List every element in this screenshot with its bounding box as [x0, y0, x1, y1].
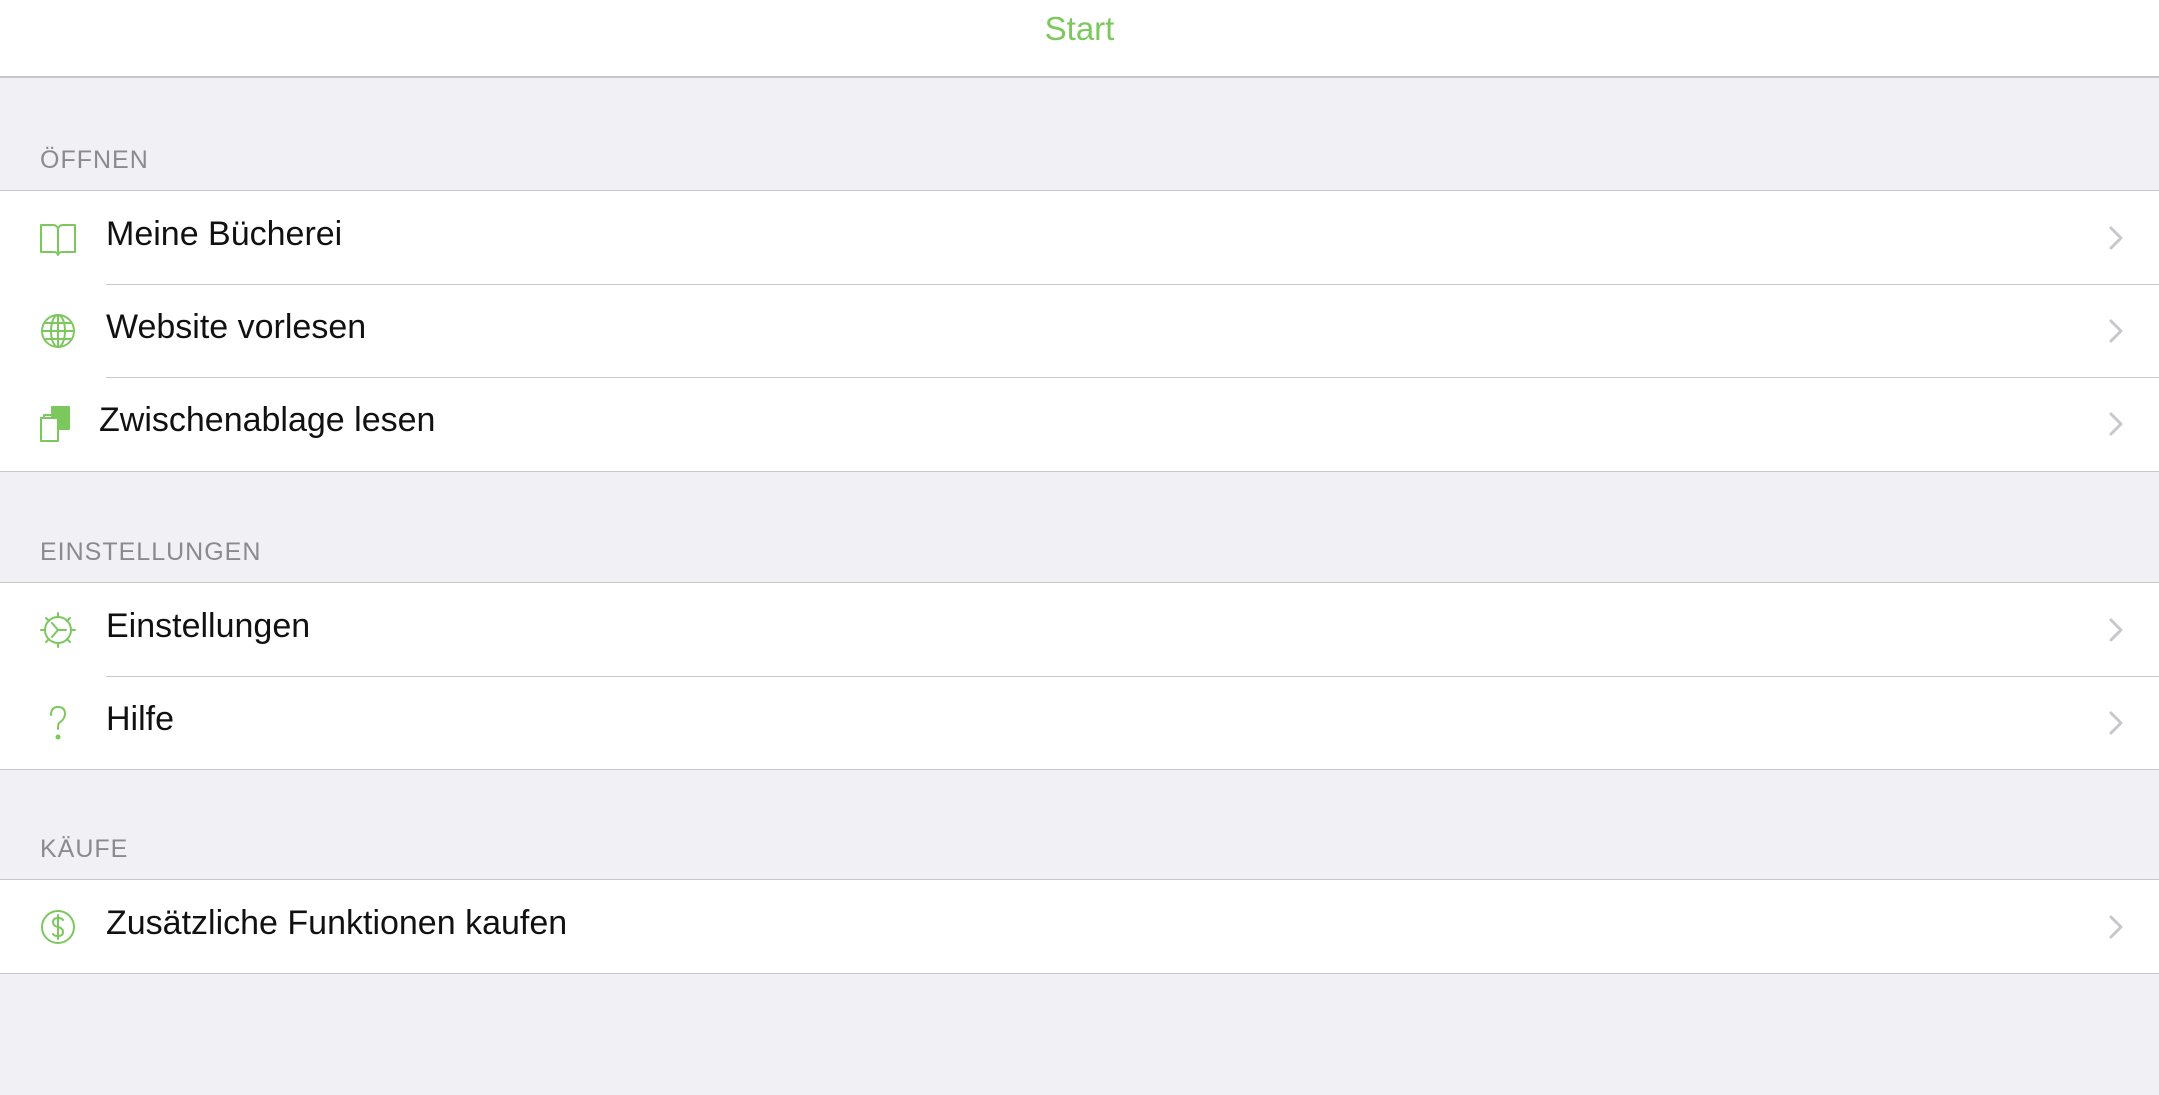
globe-icon: [38, 311, 78, 351]
chevron-right-icon: [2107, 616, 2125, 644]
row-read-website[interactable]: Website vorlesen: [0, 284, 2159, 377]
navigation-bar: Start: [0, 0, 2159, 78]
row-label: Hilfe: [106, 700, 175, 738]
chevron-right-icon: [2107, 317, 2125, 345]
row-help[interactable]: Hilfe: [0, 676, 2159, 769]
chevron-right-icon: [2107, 709, 2125, 737]
section-header-settings: EINSTELLUNGEN: [40, 538, 262, 566]
row-my-library[interactable]: Meine Bücherei: [0, 191, 2159, 284]
row-label: Einstellungen: [106, 607, 311, 645]
row-label: Meine Bücherei: [106, 215, 343, 253]
row-buy-features[interactable]: Zusätzliche Funktionen kaufen: [0, 880, 2159, 973]
row-settings[interactable]: Einstellungen: [0, 583, 2159, 676]
row-label: Zusätzliche Funktionen kaufen: [106, 904, 568, 942]
row-label: Website vorlesen: [106, 308, 367, 346]
section-header-open: ÖFFNEN: [40, 146, 149, 174]
question-mark-icon: [38, 703, 78, 743]
nav-title: Start: [1044, 10, 1115, 47]
settings-group: Einstellungen Hilfe: [0, 582, 2159, 770]
open-group: Meine Bücherei Website vorlesen Zwischen…: [0, 190, 2159, 472]
dollar-icon: [38, 907, 78, 947]
chevron-right-icon: [2107, 410, 2125, 438]
row-label: Zwischenablage lesen: [99, 401, 436, 439]
chevron-right-icon: [2107, 224, 2125, 252]
row-read-clipboard[interactable]: Zwischenablage lesen: [0, 377, 2159, 470]
section-header-purchases: KÄUFE: [40, 835, 129, 863]
purchases-group: Zusätzliche Funktionen kaufen: [0, 879, 2159, 974]
gear-icon: [38, 610, 78, 650]
chevron-right-icon: [2107, 913, 2125, 941]
clipboard-icon: [38, 404, 78, 444]
book-icon: [38, 218, 78, 258]
